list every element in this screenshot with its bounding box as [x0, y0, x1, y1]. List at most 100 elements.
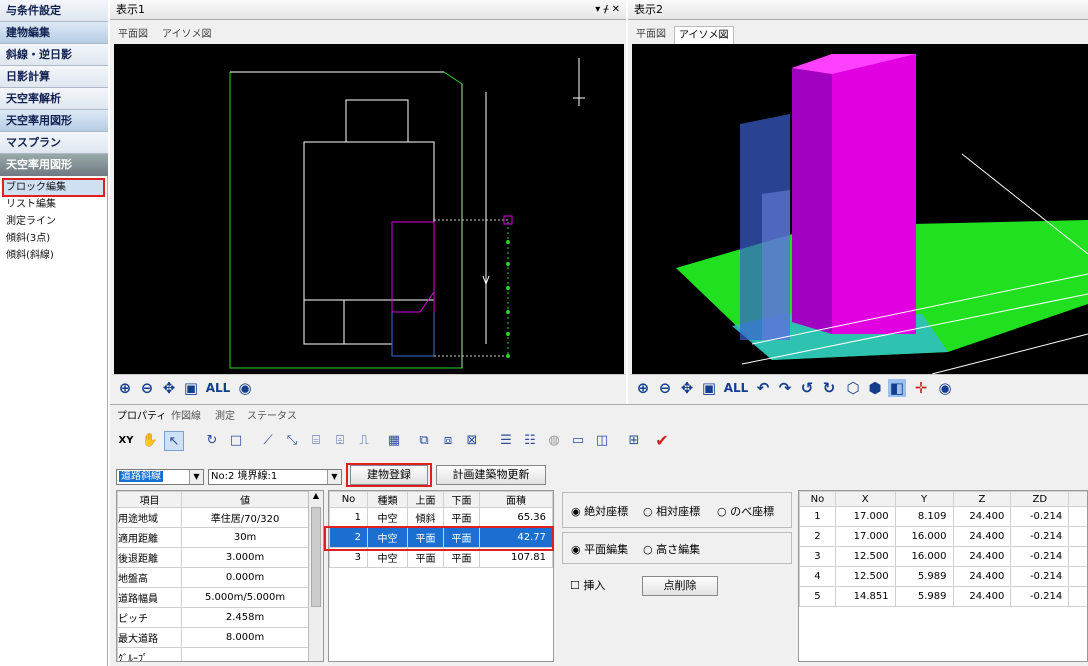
table-icon[interactable]: ⊞	[624, 431, 644, 451]
iso-view-canvas[interactable]	[632, 44, 1088, 374]
prop-value[interactable]: 5.000m/5.000m	[181, 587, 309, 608]
nav-item-shadow-calc[interactable]: 日影計算	[0, 66, 108, 88]
cell-z[interactable]: 24.400	[952, 566, 1012, 587]
table-row[interactable]: 3 12.500 16.000 24.400 -0.214	[799, 546, 1087, 567]
delete-block-icon[interactable]: ⊠	[462, 431, 482, 451]
pan-icon[interactable]: ✥	[160, 379, 178, 397]
rotate-up-icon[interactable]: ↺	[798, 379, 816, 397]
radio-height-edit[interactable]: ○ 高さ編集	[643, 541, 700, 557]
solid-gray-icon[interactable]: ◍	[544, 431, 564, 451]
cell-x[interactable]: 12.500	[834, 546, 896, 567]
prop-value[interactable]: 30m	[181, 527, 309, 548]
tab-construction-line[interactable]: 作図線	[168, 409, 204, 425]
update-building-button[interactable]: 計画建築物更新	[436, 465, 546, 485]
zoom-all-button[interactable]: ALL	[722, 379, 750, 397]
cell-y[interactable]: 16.000	[894, 526, 954, 547]
cell-z[interactable]: 24.400	[952, 586, 1012, 607]
nav-item-slant-shadow[interactable]: 斜線・逆日影	[0, 44, 108, 66]
tab-status[interactable]: ステータス	[244, 409, 300, 425]
zoom-in-icon[interactable]: ⊕	[116, 379, 134, 397]
edit-point-icon[interactable]: ⤡	[282, 431, 302, 451]
zoom-out-icon[interactable]: ⊖	[656, 379, 674, 397]
boundary-combo[interactable]: No:2 境界線:1 ▼	[208, 469, 342, 485]
prop-value[interactable]: 準住居/70/320	[181, 507, 309, 528]
box-open-icon[interactable]: ◫	[592, 431, 612, 451]
view2-tab-iso[interactable]: アイソメ図	[674, 26, 734, 44]
radio-absolute[interactable]: ◉ 絶対座標	[571, 503, 628, 519]
tab-measure[interactable]: 測定	[212, 409, 238, 425]
nav-item-building-edit[interactable]: 建物編集	[0, 22, 108, 44]
radio-cumulative[interactable]: ○ のべ座標	[717, 503, 774, 519]
table-row[interactable]: ｸﾞﾙｰﾌﾟ	[117, 647, 309, 661]
prop-value[interactable]	[181, 647, 309, 661]
copy-block-icon[interactable]: ⧉	[414, 431, 434, 451]
view1-window-controls[interactable]: ▾ ᚋ ✕	[595, 0, 620, 20]
line-icon[interactable]: ⟋	[258, 431, 278, 451]
cell-x[interactable]: 17.000	[834, 526, 896, 547]
cell-zd[interactable]: -0.214	[1010, 586, 1070, 607]
cube-view-icon[interactable]: ⬡	[844, 379, 862, 397]
pointer-icon[interactable]: ↖	[164, 431, 184, 451]
radio-plan-edit[interactable]: ◉ 平面編集	[571, 541, 628, 557]
nav-item-conditions[interactable]: 与条件設定	[0, 0, 108, 22]
nav-item-mass-plan[interactable]: マスプラン	[0, 132, 108, 154]
table-row[interactable]: 2 17.000 16.000 24.400 -0.214	[799, 526, 1087, 547]
cell-y[interactable]: 16.000	[894, 546, 954, 567]
box-icon[interactable]: ▭	[568, 431, 588, 451]
zoom-in-icon[interactable]: ⊕	[634, 379, 652, 397]
list-icon[interactable]: ☰	[496, 431, 516, 451]
scroll-thumb[interactable]	[311, 507, 321, 607]
zoom-window-icon[interactable]: ▣	[182, 379, 200, 397]
xyz-icon[interactable]: XY	[116, 431, 136, 451]
hand-icon[interactable]: ✋	[140, 431, 160, 451]
cell-y[interactable]: 5.989	[894, 586, 954, 607]
cell-zd[interactable]: -0.214	[1010, 506, 1070, 527]
offset-icon[interactable]: ⎍	[354, 431, 374, 451]
table-row[interactable]: 後退距離 3.000m	[117, 547, 309, 568]
rotate-shape-icon[interactable]: ↻	[202, 431, 222, 451]
cube-solid-icon[interactable]: ◧	[888, 379, 906, 397]
rotate-right-icon[interactable]: ↷	[776, 379, 794, 397]
sub-item-measure-line[interactable]: 測定ライン	[6, 214, 56, 230]
nav-item-sky-figure[interactable]: 天空率用図形	[0, 110, 108, 132]
table-row[interactable]: 用途地域 準住居/70/320	[117, 507, 309, 528]
rotate-left-icon[interactable]: ↶	[754, 379, 772, 397]
eye-icon[interactable]: ◉	[236, 379, 254, 397]
sub-item-list-edit[interactable]: リスト編集	[6, 197, 56, 213]
radio-relative[interactable]: ○ 相対座標	[643, 503, 700, 519]
cell-zd[interactable]: -0.214	[1010, 566, 1070, 587]
view1-tab-plan[interactable]: 平面図	[114, 26, 152, 44]
tab-property[interactable]: プロパティ	[114, 409, 169, 425]
prop-value[interactable]: 8.000m	[181, 627, 309, 648]
list-red-icon[interactable]: ☷	[520, 431, 540, 451]
split-icon[interactable]: ⌸	[306, 431, 326, 451]
delete-point-button[interactable]: 点削除	[642, 576, 718, 596]
table-row[interactable]: 最大道路 8.000m	[117, 627, 309, 648]
rectangle-icon[interactable]: □	[226, 431, 246, 451]
sub-item-slope-3pt[interactable]: 傾斜(3点)	[6, 231, 50, 247]
cell-z[interactable]: 24.400	[952, 546, 1012, 567]
scroll-up-icon[interactable]: ▲	[309, 491, 323, 505]
zoom-all-button[interactable]: ALL	[204, 379, 232, 397]
cell-y[interactable]: 5.989	[894, 566, 954, 587]
property-scrollbar[interactable]: ▲	[308, 491, 323, 661]
nav-item-sky-analysis[interactable]: 天空率解析	[0, 88, 108, 110]
table-row[interactable]: 4 12.500 5.989 24.400 -0.214	[799, 566, 1087, 587]
cell-z[interactable]: 24.400	[952, 526, 1012, 547]
zoom-out-icon[interactable]: ⊖	[138, 379, 156, 397]
gyro-icon[interactable]: ✛	[912, 379, 930, 397]
merge-icon[interactable]: ⌹	[330, 431, 350, 451]
pan-icon[interactable]: ✥	[678, 379, 696, 397]
table-row[interactable]: 地盤高 0.000m	[117, 567, 309, 588]
cell-x[interactable]: 14.851	[834, 586, 896, 607]
table-row[interactable]: 適用距離 30m	[117, 527, 309, 548]
eye-icon[interactable]: ◉	[936, 379, 954, 397]
road-slant-combo[interactable]: 道路斜線 ▼	[116, 469, 204, 485]
sub-item-slope-line[interactable]: 傾斜(斜線)	[6, 248, 54, 264]
prop-value[interactable]: 3.000m	[181, 547, 309, 568]
insert-checkbox[interactable]: ☐ 挿入	[570, 577, 605, 593]
rotate-down-icon[interactable]: ↻	[820, 379, 838, 397]
prop-value[interactable]: 2.458m	[181, 607, 309, 628]
cell-y[interactable]: 8.109	[894, 506, 954, 527]
sub-item-block-edit[interactable]: ブロック編集	[6, 180, 66, 196]
